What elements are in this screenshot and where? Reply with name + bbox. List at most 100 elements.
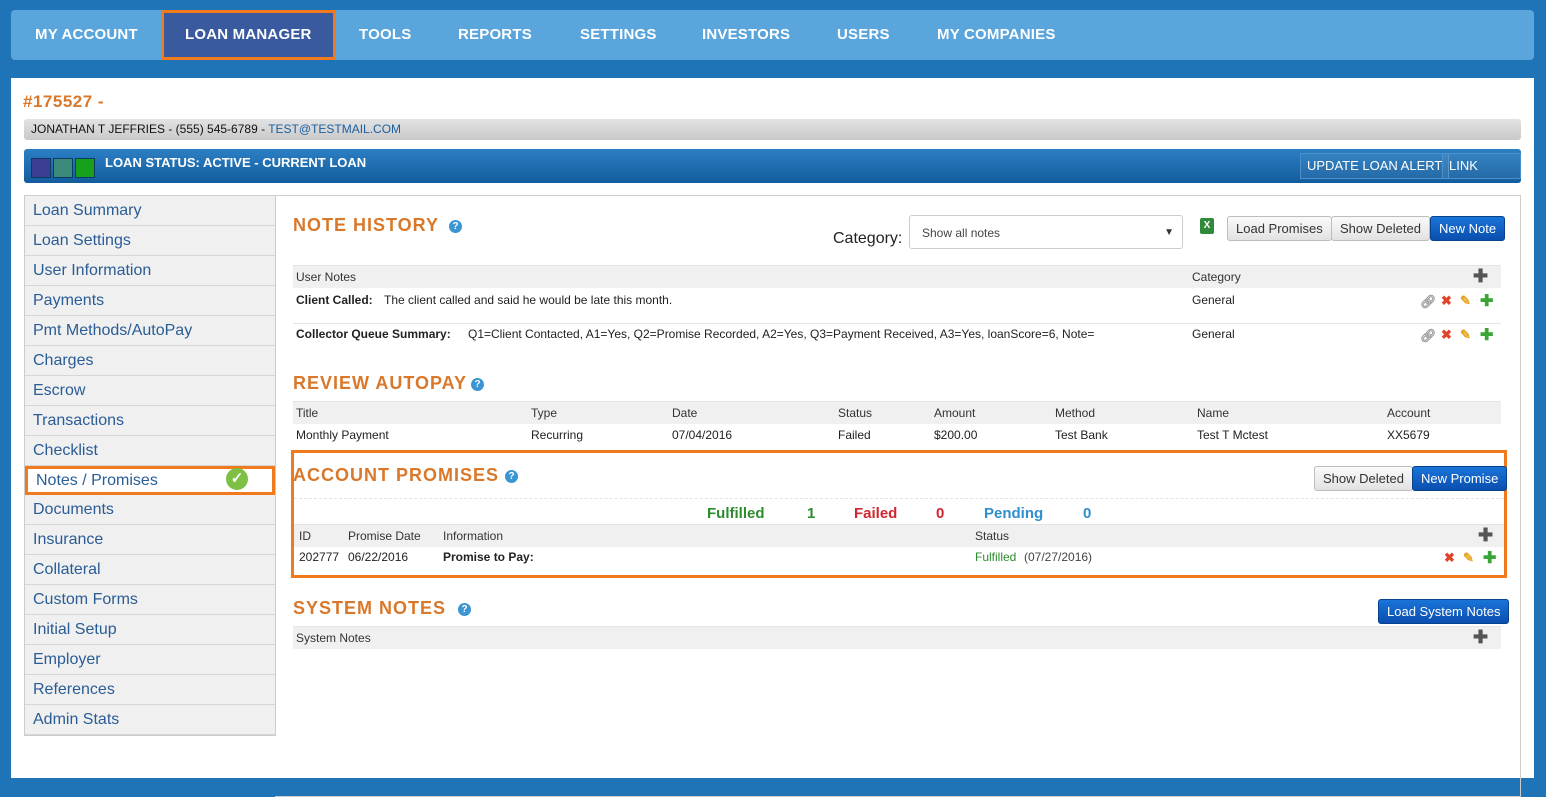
add-column-plus-icon[interactable]: ✚ <box>1473 265 1488 287</box>
column-name: Name <box>1197 406 1230 420</box>
nav-users[interactable]: USERS <box>837 10 890 60</box>
category-select[interactable]: Show all notes ▼ <box>909 215 1183 249</box>
show-deleted-notes-button[interactable]: Show Deleted <box>1331 216 1430 241</box>
sidebar-item-admin-stats[interactable]: Admin Stats <box>25 705 275 735</box>
sidebar-item-initial-setup[interactable]: Initial Setup <box>25 615 275 645</box>
note-category: General <box>1192 293 1235 307</box>
page-panel: #175527 - JONATHAN T JEFFRIES - (555) 54… <box>11 78 1534 797</box>
nav-tools[interactable]: TOOLS <box>359 10 411 60</box>
column-user-notes: User Notes <box>296 270 357 284</box>
column-status: Status <box>838 406 873 420</box>
nav-my-companies[interactable]: MY COMPANIES <box>937 10 1056 60</box>
column-date: Date <box>672 406 698 420</box>
sidebar-item-documents[interactable]: Documents <box>25 495 275 525</box>
chevron-down-icon: ▼ <box>1164 227 1174 238</box>
sidebar-item-user-information[interactable]: User Information <box>25 256 275 286</box>
autopay-amount: $200.00 <box>934 428 978 442</box>
autopay-name: Test T Mctest <box>1197 428 1268 442</box>
edit-pencil-icon[interactable]: ✎ <box>1463 550 1474 566</box>
loan-status-bar: LOAN STATUS: ACTIVE - CURRENT LOAN UPDAT… <box>24 149 1521 197</box>
note-row: Collector Queue Summary: Q1=Client Conta… <box>293 327 1501 357</box>
main-content: NOTE HISTORY? Category: Show all notes ▼… <box>275 195 1521 797</box>
help-icon[interactable]: ? <box>449 219 463 233</box>
promise-row: 202777 06/22/2016 Promise to Pay: Fulfil… <box>294 550 1504 568</box>
check-circle-icon: ✓ <box>226 468 248 490</box>
column-type: Type <box>531 406 558 420</box>
sidebar-item-escrow[interactable]: Escrow <box>25 376 275 406</box>
review-autopay-title-text: REVIEW AUTOPAY <box>293 373 468 393</box>
autopay-date: 07/04/2016 <box>672 428 733 442</box>
delete-icon[interactable]: ✖ <box>1441 293 1452 309</box>
nav-settings[interactable]: SETTINGS <box>580 10 657 60</box>
delete-icon[interactable]: ✖ <box>1441 327 1452 343</box>
autopay-title: Monthly Payment <box>296 428 389 442</box>
column-information: Information <box>443 529 504 543</box>
sidebar-item-pmt-methods[interactable]: Pmt Methods/AutoPay <box>25 316 275 346</box>
sidebar-item-checklist[interactable]: Checklist <box>25 436 275 466</box>
contact-bar: JONATHAN T JEFFRIES - (555) 545-6789 - T… <box>24 119 1521 140</box>
add-plus-icon[interactable]: ✚ <box>1483 548 1496 568</box>
show-deleted-promises-button[interactable]: Show Deleted <box>1314 466 1413 491</box>
load-system-notes-button[interactable]: Load System Notes <box>1378 599 1510 624</box>
add-plus-icon[interactable]: ✚ <box>1480 291 1493 311</box>
help-icon[interactable]: ? <box>471 377 485 391</box>
column-account: Account <box>1387 406 1431 420</box>
sidebar-item-custom-forms[interactable]: Custom Forms <box>25 585 275 615</box>
sidebar-item-insurance[interactable]: Insurance <box>25 525 275 555</box>
attachment-icon[interactable]: 🔗︎ <box>1420 294 1437 310</box>
note-category: General <box>1192 327 1235 341</box>
sidebar-item-employer[interactable]: Employer <box>25 645 275 675</box>
fulfilled-count: 1 <box>807 505 816 522</box>
excel-export-icon[interactable]: X <box>1200 218 1214 234</box>
column-system-notes: System Notes <box>296 631 371 645</box>
sidebar-item-charges[interactable]: Charges <box>25 346 275 376</box>
new-note-button[interactable]: New Note <box>1430 216 1506 241</box>
divider <box>294 498 1504 499</box>
note-text: The client called and said he would be l… <box>384 293 673 307</box>
help-icon[interactable]: ? <box>505 469 519 483</box>
update-loan-alert-button[interactable]: UPDATE LOAN ALERT <box>1300 153 1450 179</box>
promise-id: 202777 <box>299 550 340 564</box>
nav-investors[interactable]: INVESTORS <box>702 10 790 60</box>
add-plus-icon[interactable]: ✚ <box>1480 325 1493 345</box>
nav-my-account[interactable]: MY ACCOUNT <box>35 10 138 60</box>
sidebar-item-transactions[interactable]: Transactions <box>25 406 275 436</box>
delete-icon[interactable]: ✖ <box>1444 550 1455 566</box>
pending-count: 0 <box>1083 505 1092 522</box>
autopay-row: Monthly Payment Recurring 07/04/2016 Fai… <box>293 428 1501 446</box>
load-promises-button[interactable]: Load Promises <box>1227 216 1332 241</box>
column-status: Status <box>975 529 1010 543</box>
contact-email-link[interactable]: TEST@TESTMAIL.COM <box>268 122 401 136</box>
system-notes-title: SYSTEM NOTES? <box>293 598 472 619</box>
attachment-icon[interactable]: 🔗︎ <box>1420 328 1437 344</box>
sidebar-item-notes-promises[interactable]: Notes / Promises ✓ <box>25 466 275 495</box>
category-label: Category: <box>833 230 903 247</box>
sidebar-item-collateral[interactable]: Collateral <box>25 555 275 585</box>
column-title: Title <box>296 406 319 420</box>
edit-pencil-icon[interactable]: ✎ <box>1460 293 1471 309</box>
new-promise-button[interactable]: New Promise <box>1412 466 1508 491</box>
nav-loan-manager[interactable]: LOAN MANAGER <box>161 10 336 60</box>
promise-info: Promise to Pay: <box>443 550 534 564</box>
link-loan-button[interactable]: LINK LOAN <box>1442 153 1521 197</box>
help-icon[interactable]: ? <box>458 602 472 616</box>
note-text: Q1=Client Contacted, A1=Yes, Q2=Promise … <box>468 327 1095 341</box>
column-method: Method <box>1055 406 1096 420</box>
promise-status-date: (07/27/2016) <box>1024 550 1093 564</box>
sidebar-item-references[interactable]: References <box>25 675 275 705</box>
edit-pencil-icon[interactable]: ✎ <box>1460 327 1471 343</box>
status-color-square-2 <box>53 158 73 178</box>
note-history-title: NOTE HISTORY? <box>293 215 463 236</box>
nav-reports[interactable]: REPORTS <box>458 10 532 60</box>
sidebar-item-payments[interactable]: Payments <box>25 286 275 316</box>
top-navigation: MY ACCOUNT LOAN MANAGER TOOLS REPORTS SE… <box>11 10 1534 60</box>
autopay-status: Failed <box>838 428 871 442</box>
add-column-plus-icon[interactable]: ✚ <box>1478 524 1493 546</box>
account-promises-title-text: ACCOUNT PROMISES <box>293 465 500 485</box>
sidebar-item-loan-settings[interactable]: Loan Settings <box>25 226 275 256</box>
loan-id-title: #175527 - <box>23 92 105 111</box>
column-id: ID <box>299 529 311 543</box>
add-column-plus-icon[interactable]: ✚ <box>1473 626 1488 648</box>
sidebar-item-loan-summary[interactable]: Loan Summary <box>25 196 275 226</box>
fulfilled-label: Fulfilled <box>707 505 765 522</box>
